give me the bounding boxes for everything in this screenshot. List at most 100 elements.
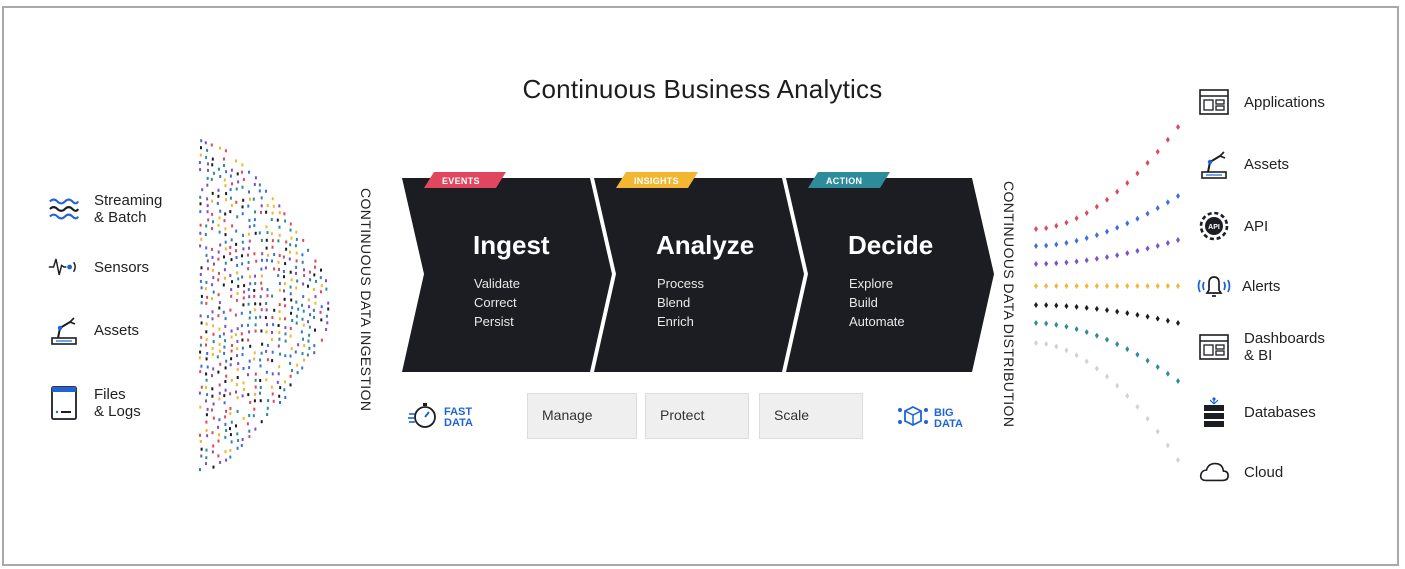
distribution-dot [1074, 283, 1079, 289]
distribution-dot [1034, 261, 1038, 267]
sensor-signal-icon [48, 251, 80, 283]
tag-insights: INSIGHTS [634, 176, 679, 186]
source-label-line1: Assets [94, 321, 140, 339]
distribution-dot [1074, 326, 1079, 333]
fast-data-badge: FAST DATA [408, 400, 473, 435]
destination-label-line1: Applications [1244, 93, 1325, 111]
distribution-dot [1155, 363, 1160, 370]
distribution-dot [1105, 373, 1109, 380]
stage-item: Automate [849, 314, 905, 329]
stage-item: Explore [849, 276, 894, 291]
distribution-dot [1064, 219, 1069, 226]
dashboard-window-icon [1198, 331, 1230, 363]
distribution-dot [1064, 283, 1069, 289]
distribution-dot [1125, 392, 1130, 399]
distribution-dot [1165, 136, 1170, 143]
destination-label-line1: Databases [1244, 403, 1316, 421]
distribution-dot [1094, 255, 1099, 262]
distribution-dot [1034, 283, 1038, 289]
distribution-dot [1155, 242, 1160, 249]
big-data-badge: BIG DATA [898, 402, 963, 435]
distribution-dot [1165, 239, 1170, 246]
distribution-dot [1115, 308, 1120, 315]
big-data-line2: DATA [934, 417, 963, 430]
distribution-dot [1084, 210, 1089, 217]
stage-ingest-items: Validate Correct Persist [474, 274, 520, 331]
stage-analyze-items: Process Blend Enrich [657, 274, 704, 331]
distribution-dot [1084, 283, 1089, 289]
distribution-dot [1176, 457, 1180, 463]
destination-applications: Applications [1198, 86, 1325, 118]
distribution-dot [1044, 260, 1049, 267]
distribution-dot [1125, 283, 1130, 289]
ingestion-label: CONTINUOUS DATA INGESTION [358, 188, 374, 412]
api-gear-icon: API [1198, 210, 1230, 242]
distribution-dot [1135, 311, 1140, 318]
distribution-dot [1084, 329, 1089, 336]
distribution-dot [1074, 215, 1079, 222]
stage-ingest-title: Ingest [473, 230, 550, 260]
distribution-dot [1145, 415, 1150, 422]
stage-item: Enrich [657, 314, 694, 329]
tag-action: ACTION [826, 176, 863, 186]
box-manage: Manage [527, 393, 637, 439]
distribution-dot [1034, 302, 1038, 308]
robot-arm-icon [1198, 148, 1230, 180]
distribution-dot [1125, 346, 1130, 353]
stage-decide-items: Explore Build Automate [849, 274, 905, 331]
distribution-label: CONTINUOUS DATA DISTRIBUTION [1001, 181, 1017, 428]
distribution-dot [1125, 179, 1130, 186]
distribution-dot [1105, 254, 1109, 261]
distribution-dot [1074, 237, 1079, 244]
distribution-dot [1044, 320, 1049, 327]
distribution-dot [1105, 307, 1109, 314]
source-label-line2: & Batch [94, 209, 147, 226]
distribution-dot [1034, 243, 1038, 249]
distribution-dot [1155, 148, 1160, 155]
distribution-dot [1105, 283, 1109, 289]
distribution-dot [1135, 403, 1140, 410]
distribution-dot [1165, 317, 1170, 324]
distribution-dot [1125, 220, 1130, 227]
distribution-dot [1074, 303, 1079, 310]
distribution-dot [1074, 258, 1079, 265]
source-streaming-batch: Streaming & Batch [48, 192, 162, 226]
distribution-dot [1155, 428, 1160, 435]
distribution-dot [1115, 252, 1120, 259]
distribution-dot [1145, 245, 1150, 252]
destination-label-line1: Dashboards [1244, 330, 1325, 347]
destination-label-line1: Cloud [1244, 463, 1284, 481]
destination-label-line1: API [1244, 217, 1269, 235]
cube-network-icon [898, 402, 928, 435]
distribution-dot [1105, 196, 1109, 203]
distribution-dot [1115, 224, 1120, 231]
distribution-dot [1145, 159, 1150, 166]
distribution-dot [1145, 210, 1150, 217]
stage-item: Correct [474, 295, 517, 310]
stage-decide-title: Decide [848, 230, 934, 260]
svg-text:API: API [1208, 224, 1220, 231]
distribution-dot [1176, 283, 1180, 289]
distribution-dot [1094, 203, 1099, 210]
robot-arm-icon [48, 314, 80, 346]
destination-label-line1: Assets [1244, 155, 1290, 173]
distribution-dot [1105, 336, 1109, 343]
distribution-dot [1084, 235, 1089, 242]
distribution-dot [1165, 199, 1170, 206]
distribution-dot [1044, 302, 1049, 309]
distribution-dot [1155, 315, 1160, 322]
stage-item: Process [657, 276, 704, 291]
distribution-dot [1084, 358, 1089, 365]
distribution-dot [1044, 283, 1049, 289]
cloud-icon [1198, 456, 1230, 488]
distribution-dot [1145, 283, 1150, 289]
distribution-dot [1034, 320, 1038, 326]
distribution-dot [1125, 250, 1130, 257]
bell-icon [1196, 270, 1232, 302]
distribution-dot [1094, 365, 1099, 372]
destination-alerts: Alerts [1196, 270, 1280, 302]
distribution-dot [1064, 303, 1069, 310]
source-assets: Assets [48, 314, 139, 346]
distribution-dot [1165, 283, 1170, 289]
distribution-dot [1054, 222, 1059, 229]
